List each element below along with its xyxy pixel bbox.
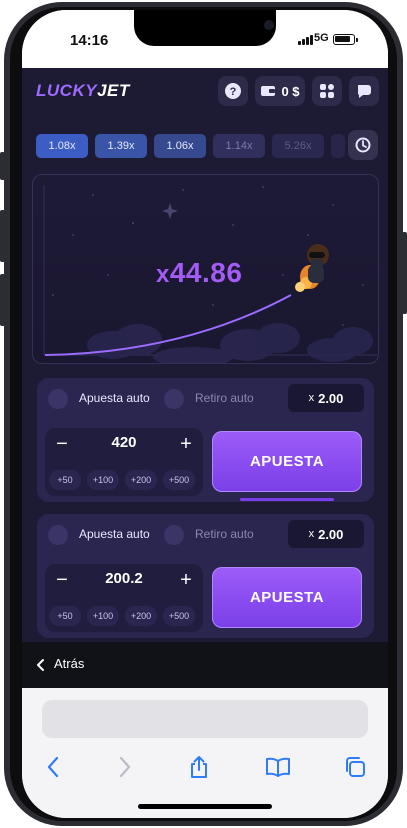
logo-part-jet: JET [97,81,130,100]
menu-button[interactable] [312,76,342,106]
share-icon [191,756,207,778]
multiplier-display: x44.86 [156,257,242,289]
multiplier-value: 44.86 [169,257,243,288]
stake-input[interactable]: 200.2 [75,570,173,587]
history-chip-4[interactable]: 1.14x [213,134,265,158]
cashout-value: 2.00 [318,390,344,406]
battery-icon [333,34,358,45]
auto-cashout-toggle[interactable] [164,525,184,545]
menu-grid-icon [320,84,334,98]
auto-bet-toggle[interactable] [48,525,68,545]
history-button[interactable] [348,130,378,160]
clock-icon [355,137,371,153]
chat-button[interactable] [349,76,379,106]
screen: 14:16 5G LUCKYJET ? 0 $ 1.08x 1.39x 1.06… [22,10,388,818]
browser-toolbar [22,688,388,818]
chevron-left-icon[interactable] [36,658,46,672]
help-icon: ? [225,83,241,99]
quick-add-500[interactable]: +500 [163,606,195,626]
status-bar: 14:16 5G [22,10,388,68]
place-bet-button[interactable]: APUESTA [212,431,362,492]
bet-panel-1: Apuesta auto Retiro auto x 2.00 − 420 + … [37,378,374,502]
tabs-button[interactable] [342,754,368,780]
browser-forward-button[interactable] [112,754,138,780]
sparkle-icon [162,203,178,219]
home-indicator[interactable] [138,804,272,809]
quick-add-200[interactable]: +200 [125,606,157,626]
increase-stake-button[interactable]: + [177,434,195,454]
logo-part-lucky: LUCKY [36,81,98,100]
jet-character-icon [295,244,329,292]
auto-bet-label: Apuesta auto [79,527,150,541]
game-canvas: x44.86 [32,174,379,364]
chat-icon [358,85,371,98]
signal-icon [298,35,314,45]
forward-arrow-icon [119,756,131,778]
auto-cashout-label: Retiro auto [195,527,254,541]
svg-text:?: ? [230,86,237,98]
quick-add-100[interactable]: +100 [87,606,119,626]
network-type: 5G [314,32,329,44]
lucky-jet-app: LUCKYJET ? 0 $ 1.08x 1.39x 1.06x 1.14x 5… [22,68,388,642]
back-link[interactable]: Atrás [54,656,84,671]
increase-stake-button[interactable]: + [177,570,195,590]
history-chip-5[interactable]: 5.26x [272,134,324,158]
volume-down-button [0,274,5,326]
balance-button[interactable]: 0 $ [255,76,305,106]
back-bar: Atrás [22,642,388,688]
history-chip-3[interactable]: 1.06x [154,134,206,158]
back-arrow-icon [47,756,59,778]
cashout-prefix: x [308,528,315,540]
lucky-jet-logo[interactable]: LUCKYJET [36,81,130,101]
auto-bet-toggle[interactable] [48,389,68,409]
wallet-icon [261,86,276,96]
quick-add-50[interactable]: +50 [49,470,81,490]
status-time: 14:16 [70,32,109,49]
cashout-prefix: x [308,392,315,404]
auto-cashout-label: Retiro auto [195,391,254,405]
multiplier-prefix: x [156,261,170,288]
cashout-value: 2.00 [318,526,344,542]
history-chip-2[interactable]: 1.39x [95,134,147,158]
share-button[interactable] [186,754,212,780]
quick-add-100[interactable]: +100 [87,470,119,490]
auto-bet-label: Apuesta auto [79,391,150,405]
volume-button [0,152,5,180]
quick-add-500[interactable]: +500 [163,470,195,490]
bookmarks-icon [266,757,290,777]
quick-add-200[interactable]: +200 [125,470,157,490]
help-button[interactable]: ? [218,76,248,106]
stake-input[interactable]: 420 [75,434,173,451]
balance-amount: 0 $ [281,83,300,99]
decrease-stake-button[interactable]: − [53,570,71,590]
auto-cashout-toggle[interactable] [164,389,184,409]
quick-add-50[interactable]: +50 [49,606,81,626]
tabs-icon [346,757,365,777]
history-chip-6[interactable] [331,134,345,158]
stake-control: − 420 + +50 +100 +200 +500 [45,428,203,496]
power-button [402,232,407,314]
history-chip-1[interactable]: 1.08x [36,134,88,158]
bookmarks-button[interactable] [265,754,291,780]
browser-back-button[interactable] [40,754,66,780]
address-bar[interactable] [42,700,368,738]
bet-button-underline [240,498,334,501]
decrease-stake-button[interactable]: − [53,434,71,454]
dynamic-notch [134,10,276,46]
camera-icon [264,20,274,30]
volume-up-button [0,210,5,262]
bet-panel-2: Apuesta auto Retiro auto x 2.00 − 200.2 … [37,514,374,638]
place-bet-button[interactable]: APUESTA [212,567,362,628]
auto-cashout-input[interactable]: x 2.00 [288,520,364,548]
auto-cashout-input[interactable]: x 2.00 [288,384,364,412]
stake-control: − 200.2 + +50 +100 +200 +500 [45,564,203,632]
